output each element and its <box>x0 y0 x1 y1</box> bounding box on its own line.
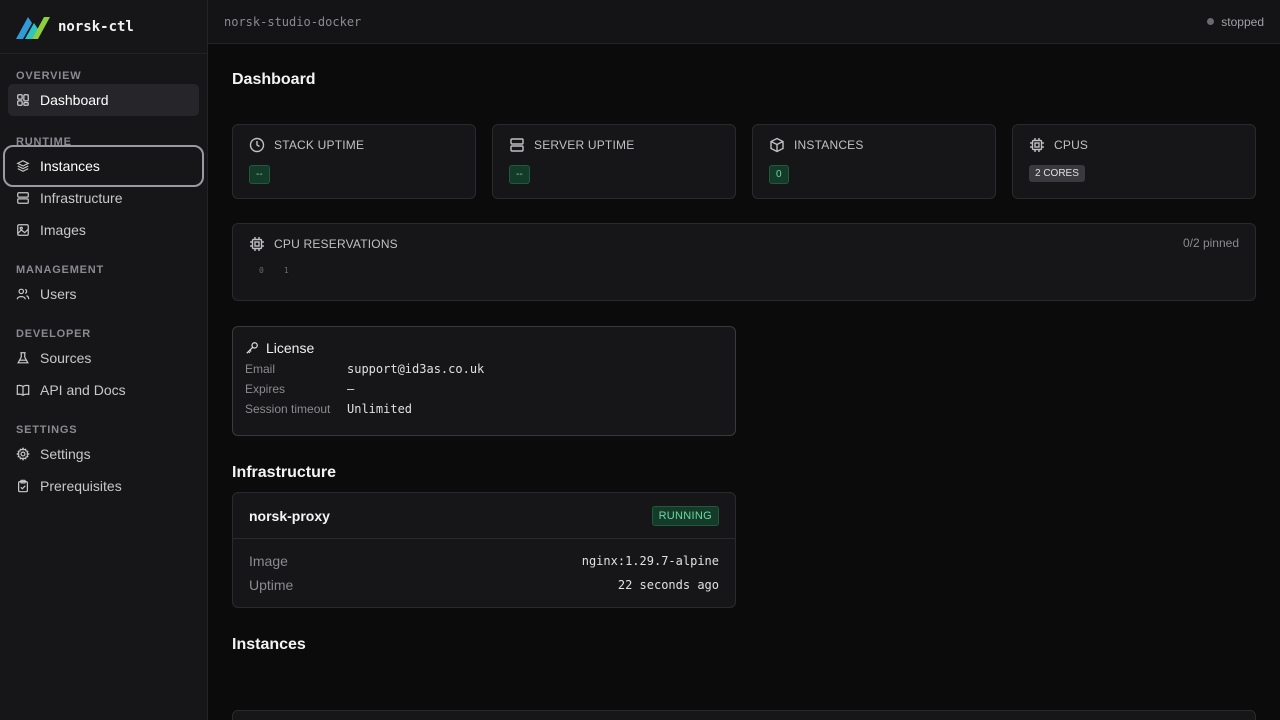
license-key: Session timeout <box>245 401 331 416</box>
sidebar-item-dashboard[interactable]: Dashboard <box>8 84 199 116</box>
sidebar: norsk-ctl OVERVIEW Dashboard RUNTIME Ins… <box>0 0 208 720</box>
users-icon <box>16 288 30 300</box>
sidebar-item-sources[interactable]: Sources <box>8 342 199 374</box>
sidebar-item-label: Prerequisites <box>40 478 122 494</box>
infra-key: Image <box>249 553 288 569</box>
section-label-runtime: RUNTIME <box>16 136 72 148</box>
server-icon <box>510 138 524 152</box>
stat-label: SERVER UPTIME <box>534 138 635 152</box>
stat-card-stack-uptime: STACK UPTIME -- <box>232 124 476 199</box>
section-label-management: MANAGEMENT <box>16 264 105 276</box>
sidebar-item-images[interactable]: Images <box>8 214 199 246</box>
sidebar-item-label: Images <box>40 222 86 238</box>
sidebar-item-label: Dashboard <box>40 92 109 108</box>
license-value: Unlimited <box>347 401 413 416</box>
section-label-settings: SETTINGS <box>16 424 78 436</box>
box-icon <box>770 137 784 153</box>
license-row: Email support@id3as.co.uk <box>245 361 723 376</box>
infrastructure-card[interactable]: norsk-proxy RUNNING Image nginx:1.29.7-a… <box>232 492 736 608</box>
status-indicator: stopped <box>1207 15 1264 29</box>
stat-value-badge: -- <box>249 165 270 184</box>
layers-icon <box>16 160 30 172</box>
sidebar-item-infrastructure[interactable]: Infrastructure <box>8 182 199 214</box>
sidebar-item-api-docs[interactable]: API and Docs <box>8 374 199 406</box>
infra-value: nginx:1.29.7-alpine <box>581 554 719 568</box>
infra-value: 22 seconds ago <box>617 578 719 592</box>
service-name: norsk-proxy <box>249 507 330 524</box>
sidebar-item-label: Settings <box>40 446 91 462</box>
cpu-icon <box>1030 138 1044 152</box>
image-icon <box>17 224 29 236</box>
status-text: stopped <box>1221 14 1264 29</box>
license-value: support@id3as.co.uk <box>347 361 485 376</box>
sidebar-item-label: Sources <box>40 350 92 366</box>
grid-icon <box>17 94 29 106</box>
app-name: norsk-ctl <box>58 18 134 35</box>
sidebar-nav: OVERVIEW Dashboard RUNTIME Instances Inf… <box>0 54 207 502</box>
stat-label: STACK UPTIME <box>274 138 365 152</box>
sidebar-item-instances[interactable]: Instances <box>3 145 204 187</box>
gear-icon <box>16 447 30 461</box>
page-title: Dashboard <box>232 71 316 88</box>
core-label[interactable]: 1 <box>284 266 289 275</box>
book-icon <box>16 384 30 397</box>
stat-label: CPUS <box>1054 138 1089 152</box>
stat-label: INSTANCES <box>794 138 864 152</box>
section-label-overview: OVERVIEW <box>16 70 82 82</box>
sidebar-item-users[interactable]: Users <box>8 278 199 310</box>
stat-card-server-uptime: SERVER UPTIME -- <box>492 124 736 199</box>
license-card: License Email support@id3as.co.uk Expire… <box>232 326 736 436</box>
instances-heading: Instances <box>232 636 306 653</box>
license-row: Expires — <box>245 381 723 396</box>
topbar: norsk-studio-docker stopped <box>208 0 1280 44</box>
sidebar-item-prerequisites[interactable]: Prerequisites <box>8 470 199 502</box>
dashboard-content: Dashboard STACK UPTIME -- SERVER UPTIME … <box>208 44 1280 720</box>
reservations-label: CPU RESERVATIONS <box>274 237 398 251</box>
section-label-developer: DEVELOPER <box>16 328 92 340</box>
license-key: Email <box>245 361 276 376</box>
sidebar-item-label: API and Docs <box>40 382 126 398</box>
key-icon <box>246 342 258 354</box>
server-icon <box>17 192 29 204</box>
brand[interactable]: norsk-ctl <box>0 0 207 54</box>
pinned-count: 0/2 pinned <box>1182 236 1239 250</box>
core-label[interactable]: 0 <box>259 266 264 275</box>
infra-key: Uptime <box>249 577 294 593</box>
cpu-icon <box>250 237 264 251</box>
stat-value-badge: -- <box>509 165 530 184</box>
infrastructure-heading: Infrastructure <box>232 464 337 481</box>
status-badge: RUNNING <box>651 505 719 526</box>
norsk-logo-icon <box>16 16 50 39</box>
sidebar-item-settings[interactable]: Settings <box>8 438 199 470</box>
sidebar-item-label: Instances <box>40 158 100 174</box>
stats-row: STACK UPTIME -- SERVER UPTIME -- INSTANC… <box>232 124 1256 199</box>
license-title: License <box>266 340 315 356</box>
sidebar-item-label: Infrastructure <box>40 190 123 206</box>
stat-card-instances: INSTANCES 0 <box>752 124 996 199</box>
project-name: norsk-studio-docker <box>224 14 362 29</box>
infra-row: Image nginx:1.29.7-alpine <box>249 549 719 573</box>
clipboard-icon <box>18 479 28 493</box>
sidebar-item-label: Users <box>40 286 77 302</box>
stat-card-cpus: CPUS 2 CORES <box>1012 124 1256 199</box>
flask-icon <box>17 352 29 364</box>
stat-value-badge: 0 <box>769 165 789 184</box>
core-list: 0 1 <box>249 266 1239 275</box>
cpu-reservations-card: CPU RESERVATIONS 0/2 pinned 0 1 <box>232 223 1256 301</box>
infra-row: Uptime 22 seconds ago <box>249 573 719 597</box>
stat-value-badge: 2 CORES <box>1029 165 1085 182</box>
status-dot-icon <box>1207 18 1215 25</box>
main-area: norsk-studio-docker stopped Dashboard ST… <box>208 0 1280 720</box>
license-value: — <box>347 381 355 396</box>
license-row: Session timeout Unlimited <box>245 401 723 416</box>
clock-icon <box>249 137 265 153</box>
instances-card <box>232 710 1256 720</box>
license-key: Expires <box>245 381 286 396</box>
